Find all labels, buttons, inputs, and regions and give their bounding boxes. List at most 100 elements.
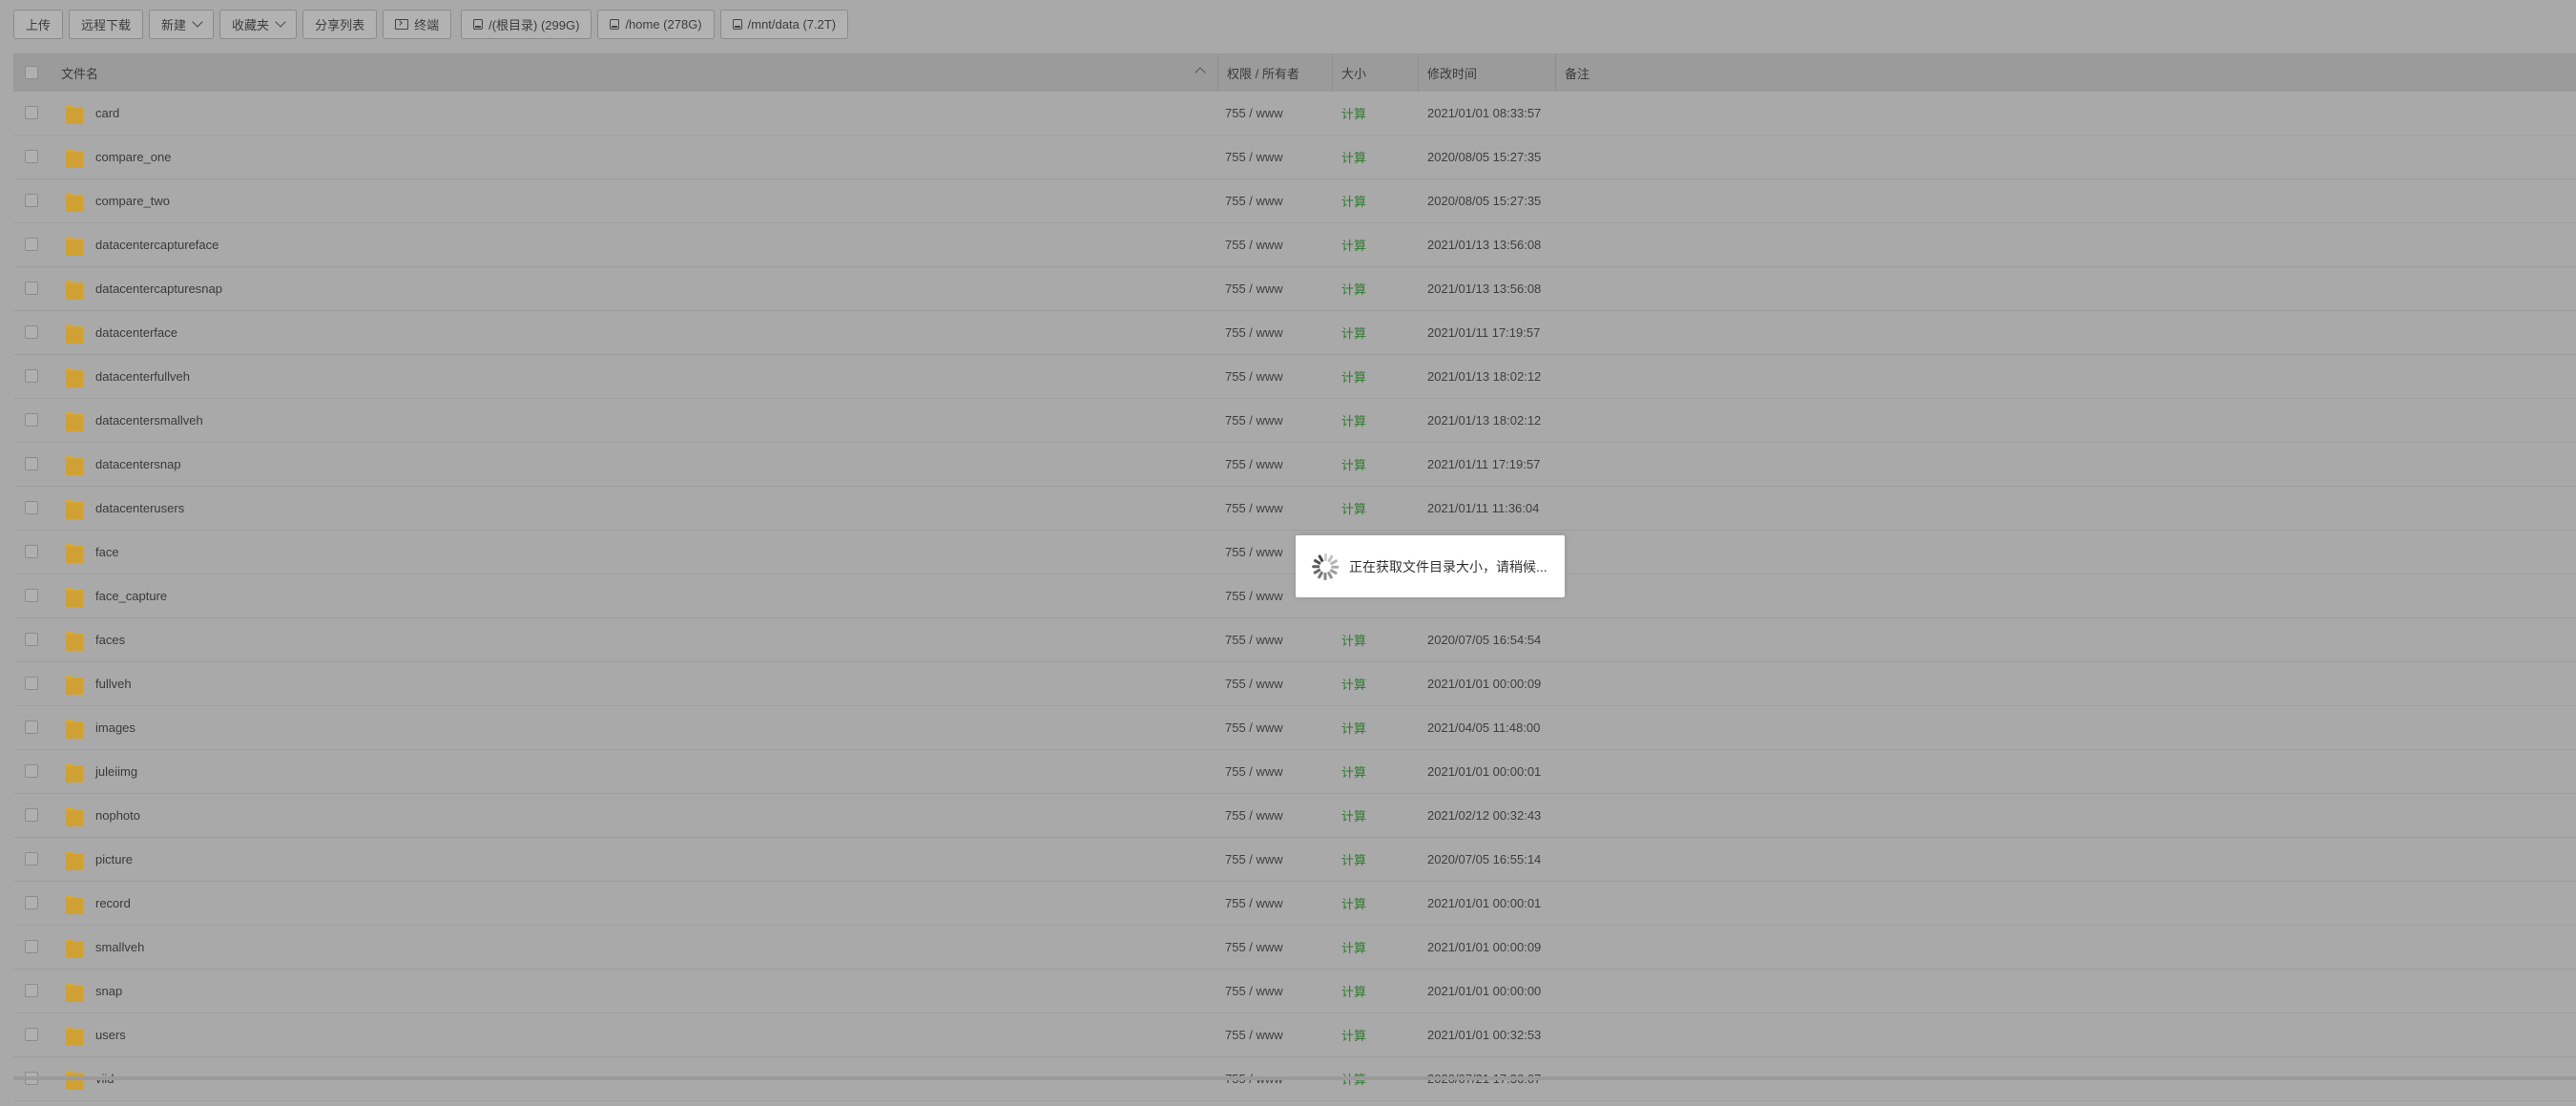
row-checkbox[interactable] [25,984,38,997]
file-name-link[interactable]: datacentercaptureface [95,238,218,252]
file-name-link[interactable]: datacenterfullveh [95,369,190,384]
row-checkbox[interactable] [25,764,38,778]
row-checkbox[interactable] [25,369,38,383]
table-row[interactable]: users 755 / www 计算 2021/01/01 00:32:53 [13,1013,2576,1057]
permission-owner[interactable]: 755 / www [1225,984,1283,998]
calculate-size-link[interactable]: 计算 [1341,850,1366,868]
share-list-button[interactable]: 分享列表 [302,9,378,39]
disk-home-button[interactable]: /home (278G) [597,9,715,39]
calculate-size-link[interactable]: 计算 [1341,148,1366,166]
row-checkbox[interactable] [25,457,38,470]
permission-owner[interactable]: 755 / www [1225,413,1283,428]
row-checkbox[interactable] [25,852,38,866]
row-checkbox[interactable] [25,677,38,690]
row-checkbox[interactable] [25,150,38,163]
new-dropdown-button[interactable]: 新建 [149,9,215,39]
permission-owner[interactable]: 755 / www [1225,852,1283,866]
table-row[interactable]: datacentercapturesnap 755 / www 计算 2021/01/… [13,267,2576,311]
table-row[interactable]: images 755 / www 计算 2021/04/05 11:48:00 [13,706,2576,750]
file-name-link[interactable]: snap [95,984,122,998]
permission-owner[interactable]: 755 / www [1225,369,1283,384]
select-all-checkbox[interactable] [25,66,38,79]
table-row[interactable]: face_capture 755 / www [13,574,2576,618]
row-checkbox[interactable] [25,501,38,514]
row-checkbox[interactable] [25,282,38,295]
permission-owner[interactable]: 755 / www [1225,808,1283,823]
calculate-size-link[interactable]: 计算 [1341,719,1366,737]
permission-owner[interactable]: 755 / www [1225,633,1283,647]
table-row[interactable]: smallveh 755 / www 计算 2021/01/01 00:00:09 [13,926,2576,970]
file-name-link[interactable]: card [95,106,119,120]
calculate-size-link[interactable]: 计算 [1341,104,1366,122]
calculate-size-link[interactable]: 计算 [1341,499,1366,517]
file-name-link[interactable]: record [95,896,131,910]
permission-owner[interactable]: 755 / www [1225,501,1283,515]
calculate-size-link[interactable]: 计算 [1341,938,1366,956]
row-checkbox[interactable] [25,808,38,822]
file-name-link[interactable]: datacentersnap [95,457,181,471]
table-row[interactable]: datacentersnap 755 / www 计算 2021/01/11 17:1… [13,443,2576,487]
row-checkbox[interactable] [25,545,38,558]
permission-owner[interactable]: 755 / www [1225,764,1283,779]
permission-owner[interactable]: 755 / www [1225,545,1283,559]
calculate-size-link[interactable]: 计算 [1341,631,1366,649]
permission-owner[interactable]: 755 / www [1225,940,1283,954]
file-name-link[interactable]: nophoto [95,808,140,823]
table-row[interactable]: datacenterusers 755 / www 计算 2021/01/11 11:… [13,487,2576,531]
row-checkbox[interactable] [25,194,38,207]
disk-data-button[interactable]: /mnt/data (7.2T) [719,9,849,39]
file-name-link[interactable]: users [95,1028,126,1042]
table-row[interactable]: compare_one 755 / www 计算 2020/08/05 15:27:3… [13,136,2576,179]
table-row[interactable]: picture 755 / www 计算 2020/07/05 16:55:14 [13,838,2576,882]
permission-owner[interactable]: 755 / www [1225,896,1283,910]
calculate-size-link[interactable]: 计算 [1341,192,1366,210]
header-mtime[interactable]: 修改时间 [1427,64,1477,82]
file-name-link[interactable]: smallveh [95,940,144,954]
file-name-link[interactable]: datacentersmallveh [95,413,203,428]
file-name-link[interactable]: datacenterface [95,325,177,340]
calculate-size-link[interactable]: 计算 [1341,236,1366,254]
table-row[interactable]: faces 755 / www 计算 2020/07/05 16:54:54 [13,618,2576,662]
calculate-size-link[interactable]: 计算 [1341,1026,1366,1044]
file-name-link[interactable]: faces [95,633,125,647]
sort-up-icon[interactable] [1195,67,1206,78]
file-name-link[interactable]: compare_two [95,194,170,208]
disk-root-button[interactable]: /(根目录) (299G) [461,9,592,39]
favorites-dropdown-button[interactable]: 收藏夹 [219,9,298,39]
table-row[interactable]: fullveh 755 / www 计算 2021/01/01 00:00:09 [13,662,2576,706]
permission-owner[interactable]: 755 / www [1225,194,1283,208]
header-size[interactable]: 大小 [1341,64,1366,82]
file-name-link[interactable]: picture [95,852,133,866]
table-row[interactable]: juleiimg 755 / www 计算 2021/01/01 00:00:01 [13,750,2576,794]
row-checkbox[interactable] [25,589,38,602]
table-row[interactable]: datacentersmallveh 755 / www 计算 2021/01/13 … [13,399,2576,443]
calculate-size-link[interactable]: 计算 [1341,455,1366,473]
remote-download-button[interactable]: 远程下载 [69,9,144,39]
row-checkbox[interactable] [25,720,38,734]
header-name[interactable]: 文件名 [61,64,98,82]
calculate-size-link[interactable]: 计算 [1341,411,1366,429]
file-name-link[interactable]: images [95,720,135,735]
calculate-size-link[interactable]: 计算 [1341,280,1366,298]
permission-owner[interactable]: 755 / www [1225,238,1283,252]
table-row[interactable]: face 755 / www [13,531,2576,574]
calculate-size-link[interactable]: 计算 [1341,323,1366,342]
permission-owner[interactable]: 755 / www [1225,150,1283,164]
file-name-link[interactable]: datacentercapturesnap [95,282,222,296]
permission-owner[interactable]: 755 / www [1225,282,1283,296]
row-checkbox[interactable] [25,896,38,909]
table-row[interactable]: datacenterface 755 / www 计算 2021/01/11 17:1… [13,311,2576,355]
file-name-link[interactable]: compare_one [95,150,172,164]
table-row[interactable]: card 755 / www 计算 2021/01/01 08:33:57 [13,92,2576,136]
file-name-link[interactable]: face [95,545,119,559]
calculate-size-link[interactable]: 计算 [1341,806,1366,824]
row-checkbox[interactable] [25,413,38,427]
row-checkbox[interactable] [25,325,38,339]
row-checkbox[interactable] [25,106,38,119]
permission-owner[interactable]: 755 / www [1225,677,1283,691]
header-perm[interactable]: 权限 / 所有者 [1227,64,1299,82]
calculate-size-link[interactable]: 计算 [1341,982,1366,1000]
file-name-link[interactable]: face_capture [95,589,167,603]
permission-owner[interactable]: 755 / www [1225,1028,1283,1042]
file-name-link[interactable]: datacenterusers [95,501,184,515]
